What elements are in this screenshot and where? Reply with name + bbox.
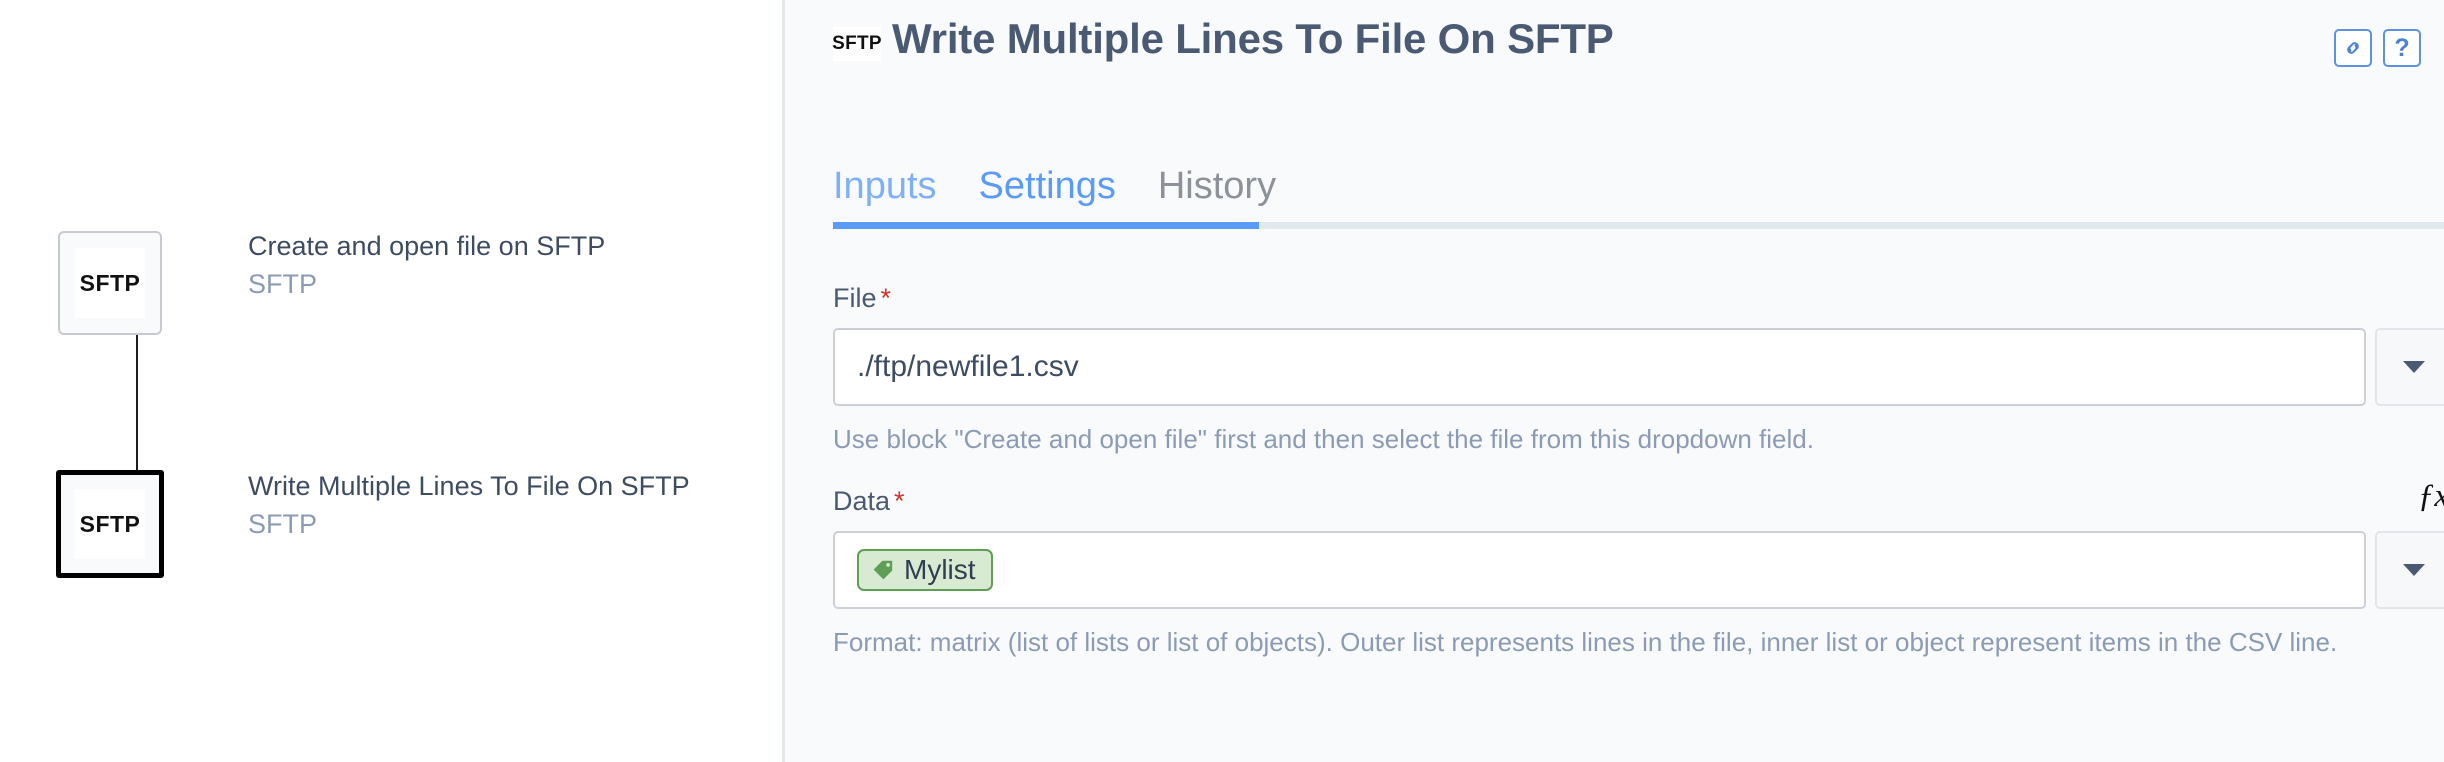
pane-divider xyxy=(782,0,785,762)
tab-bar: Inputs Settings History xyxy=(833,136,2444,234)
tag-icon xyxy=(871,558,895,582)
variable-chip-label: Mylist xyxy=(904,553,976,585)
tab-inputs[interactable]: Inputs xyxy=(833,165,937,214)
link-icon xyxy=(2342,37,2364,59)
tab-history[interactable]: History xyxy=(1158,165,1276,214)
flow-node-create-and-open-file[interactable]: SFTP xyxy=(58,231,162,335)
data-field-row: Mylist xyxy=(833,530,2444,609)
data-field-label: Data * xyxy=(833,486,2444,517)
chevron-down-icon xyxy=(2403,563,2425,576)
file-dropdown-button[interactable] xyxy=(2375,328,2444,406)
required-asterisk: * xyxy=(880,283,892,313)
file-label-text: File xyxy=(833,283,877,313)
data-dropdown-button[interactable] xyxy=(2375,530,2444,609)
data-label-text: Data xyxy=(833,485,891,516)
field-data: Data* ƒx Mylist xyxy=(833,479,2444,661)
page-title: Write Multiple Lines To File On SFTP xyxy=(892,15,1614,62)
required-asterisk: * xyxy=(894,485,905,516)
app-root: SFTP Create and open file on SFTP SFTP S… xyxy=(0,0,2444,762)
flow-connector xyxy=(136,335,138,471)
file-input[interactable]: ./ftp/newfile1.csv xyxy=(833,328,2366,406)
flow-node-label-1: Create and open file on SFTP SFTP xyxy=(248,233,605,298)
flow-node-label-2: Write Multiple Lines To File On SFTP SFT… xyxy=(248,473,690,538)
tab-settings[interactable]: Settings xyxy=(979,165,1116,214)
tab-list: Inputs Settings History xyxy=(833,136,2444,214)
flow-node-title-2: Write Multiple Lines To File On SFTP xyxy=(248,471,690,501)
sftp-logo-icon: SFTP xyxy=(75,489,145,559)
help-button[interactable]: ? xyxy=(2383,29,2421,67)
chevron-down-icon xyxy=(2403,361,2425,373)
form-area: File * ./ftp/newfile1.csv Use block "Crea… xyxy=(833,283,2444,661)
flow-node-title-1: Create and open file on SFTP xyxy=(248,231,606,261)
flow-node-write-multiple-lines[interactable]: SFTP xyxy=(56,470,164,578)
file-field-label: File * xyxy=(833,283,2444,314)
variable-chip-mylist[interactable]: Mylist xyxy=(857,548,993,591)
header-actions: ? xyxy=(2334,29,2421,67)
flow-node-subtitle-1: SFTP xyxy=(248,269,318,299)
sftp-logo-icon: SFTP xyxy=(832,27,882,61)
data-helper-text: Format: matrix (list of lists or list of… xyxy=(833,626,2338,657)
tab-active-indicator xyxy=(833,222,1259,229)
panel-header: SFTP Write Multiple Lines To File On SFT… xyxy=(782,0,2444,120)
help-icon: ? xyxy=(2394,33,2410,62)
block-detail-panel: SFTP Write Multiple Lines To File On SFT… xyxy=(782,0,2444,762)
formula-fx-icon[interactable]: ƒx xyxy=(2418,479,2444,513)
copy-link-button[interactable] xyxy=(2334,29,2372,67)
flow-node-subtitle-2: SFTP xyxy=(248,509,318,539)
field-file: File * ./ftp/newfile1.csv Use block "Crea… xyxy=(833,283,2444,458)
data-input[interactable]: Mylist xyxy=(833,530,2366,609)
sftp-logo-icon: SFTP xyxy=(75,248,145,318)
file-field-row: ./ftp/newfile1.csv xyxy=(833,328,2444,406)
file-helper-text: Use block "Create and open file" first a… xyxy=(833,424,1814,454)
flow-canvas[interactable]: SFTP Create and open file on SFTP SFTP S… xyxy=(0,0,782,762)
